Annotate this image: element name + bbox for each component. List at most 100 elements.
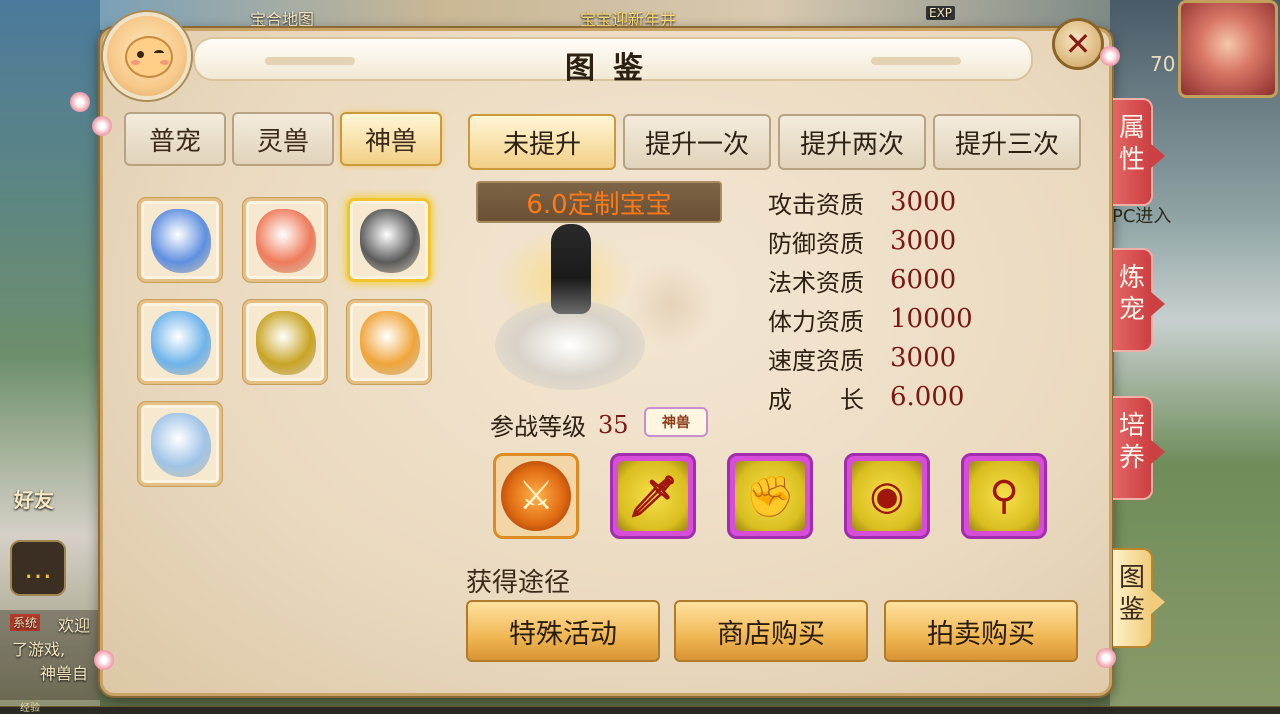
side-tab-arrow <box>1151 590 1165 615</box>
stat-row-attack: 攻击资质 3000 <box>768 183 956 221</box>
stat-label: 防御资质 <box>768 229 864 258</box>
white-sage-pet-icon <box>151 413 211 477</box>
special-event-button[interactable]: 特殊活动 <box>466 600 660 662</box>
chat-line-2: 了游戏, <box>12 640 66 659</box>
pet-slot-dark-warrior-pet[interactable] <box>347 198 431 282</box>
flower-decoration <box>92 116 112 136</box>
player-portrait[interactable] <box>1178 0 1278 98</box>
stat-row-stamina: 体力资质 10000 <box>768 300 973 338</box>
close-x-icon: ✕ <box>1064 25 1092 63</box>
pet-slot-gold-knight-pet[interactable] <box>243 300 327 384</box>
tab-upgrade-once[interactable]: 提升一次 <box>623 114 771 170</box>
side-tab-attributes[interactable]: 属性 <box>1113 98 1165 206</box>
stat-row-growth: 成 长 6.000 <box>768 378 964 416</box>
stat-label: 攻击资质 <box>768 190 864 219</box>
side-tab-train[interactable]: 培养 <box>1113 396 1165 500</box>
mascot-avatar-icon <box>103 12 191 100</box>
title-bar: 图鉴 <box>193 37 1033 86</box>
mascot-eye-right <box>154 50 164 56</box>
tab-upgrade-twice[interactable]: 提升两次 <box>778 114 926 170</box>
stat-value: 6.000 <box>890 382 965 412</box>
flower-decoration <box>70 92 90 112</box>
chat-bubble-icon[interactable]: … <box>10 540 66 596</box>
blue-armored-pet-icon <box>151 209 211 273</box>
stat-label: 速度资质 <box>768 346 864 375</box>
close-button[interactable]: ✕ <box>1052 18 1104 70</box>
side-tab-arrow <box>1151 292 1165 316</box>
side-tab-label: 属性 <box>1119 113 1146 175</box>
exp-bar <box>0 706 1280 714</box>
stat-row-magic: 法术资质 6000 <box>768 261 956 299</box>
pet-figure <box>551 224 591 314</box>
battle-level-label: 参战等级 <box>490 413 586 441</box>
side-tab-label: 炼宠 <box>1119 263 1146 325</box>
tab-ling-shou[interactable]: 灵兽 <box>232 112 334 166</box>
stat-row-speed: 速度资质 3000 <box>768 339 956 377</box>
mascot-face <box>125 36 173 78</box>
player-level: 70 <box>1150 52 1176 76</box>
pet-slot-white-sage-pet[interactable] <box>138 402 222 486</box>
dark-warrior-pet-icon <box>360 209 420 273</box>
stat-label: 成 长 <box>768 385 864 414</box>
ice-maiden-pet-icon <box>151 311 211 375</box>
stat-value: 10000 <box>890 304 973 334</box>
sword-skill-icon[interactable]: 🗡 <box>610 453 696 539</box>
exp-bottom-label: 经验 <box>20 703 40 714</box>
pet-name-banner: 6.0定制宝宝 <box>476 181 722 223</box>
exp-badge: EXP <box>926 6 956 20</box>
skill-glyph: ◉ <box>852 461 922 531</box>
stat-label: 体力资质 <box>768 307 864 336</box>
pet-slot-red-fire-pet[interactable] <box>243 198 327 282</box>
mascot-cheek-right <box>160 60 169 65</box>
pet-slot-flame-sprite-pet[interactable] <box>347 300 431 384</box>
stat-value: 3000 <box>890 343 957 373</box>
red-fire-pet-icon <box>256 209 316 273</box>
skill-glyph: ✊ <box>735 461 805 531</box>
top-banner: 宝宝迎新年井 <box>580 10 677 29</box>
stat-label: 法术资质 <box>768 268 864 297</box>
shen-shou-tag: 神兽 <box>644 407 708 437</box>
battle-level-row: 参战等级 35 <box>490 407 629 442</box>
map-label[interactable]: 宝合地图 <box>250 6 314 30</box>
chat-system-tag: 系统 <box>10 614 41 631</box>
mascot-cheek-left <box>131 60 140 65</box>
stat-value: 3000 <box>890 226 957 256</box>
fire-slash-skill-icon[interactable]: ⚔ <box>493 453 579 539</box>
tab-upgrade-thrice[interactable]: 提升三次 <box>933 114 1081 170</box>
flower-decoration <box>1096 648 1116 668</box>
battle-level-value: 35 <box>598 410 629 439</box>
side-tab-refine[interactable]: 炼宠 <box>1113 248 1165 352</box>
side-tab-arrow <box>1151 143 1165 168</box>
side-tab-arrow <box>1151 440 1165 464</box>
friend-label[interactable]: 好友 <box>14 484 54 513</box>
gold-knight-pet-icon <box>256 311 316 375</box>
tab-shen-shou[interactable]: 神兽 <box>340 112 442 166</box>
skill-glyph: ⚔ <box>501 461 571 531</box>
stat-value: 6000 <box>890 265 957 295</box>
obtain-section-title: 获得途径 <box>466 568 571 598</box>
flower-decoration <box>1100 46 1120 66</box>
pet-slot-blue-armored-pet[interactable] <box>138 198 222 282</box>
tab-not-upgraded[interactable]: 未提升 <box>468 114 616 170</box>
side-tab-codex[interactable]: 图鉴 <box>1113 548 1165 648</box>
arm-strength-skill-icon[interactable]: ✊ <box>727 453 813 539</box>
auction-buy-button[interactable]: 拍卖购买 <box>884 600 1078 662</box>
stat-row-defense: 防御资质 3000 <box>768 222 956 260</box>
chat-line-3: 神兽自 <box>40 664 89 683</box>
stat-value: 3000 <box>890 187 957 217</box>
flower-decoration <box>94 650 114 670</box>
person-skill-icon[interactable]: ⚲ <box>961 453 1047 539</box>
pet-showcase <box>455 220 715 400</box>
eye-skill-icon[interactable]: ◉ <box>844 453 930 539</box>
flame-sprite-pet-icon <box>360 311 420 375</box>
system-chat-panel: 系统 欢迎 了游戏, 神兽自 <box>0 610 100 700</box>
chat-line-1: 欢迎 <box>58 616 91 635</box>
shop-buy-button[interactable]: 商店购买 <box>674 600 868 662</box>
skill-glyph: 🗡 <box>618 461 688 531</box>
mascot-eye-left <box>137 51 144 58</box>
pet-slot-ice-maiden-pet[interactable] <box>138 300 222 384</box>
panel-title: 图鉴 <box>565 51 661 86</box>
skill-glyph: ⚲ <box>969 461 1039 531</box>
side-tab-label: 培养 <box>1119 411 1146 473</box>
tab-pu-chong[interactable]: 普宠 <box>124 112 226 166</box>
